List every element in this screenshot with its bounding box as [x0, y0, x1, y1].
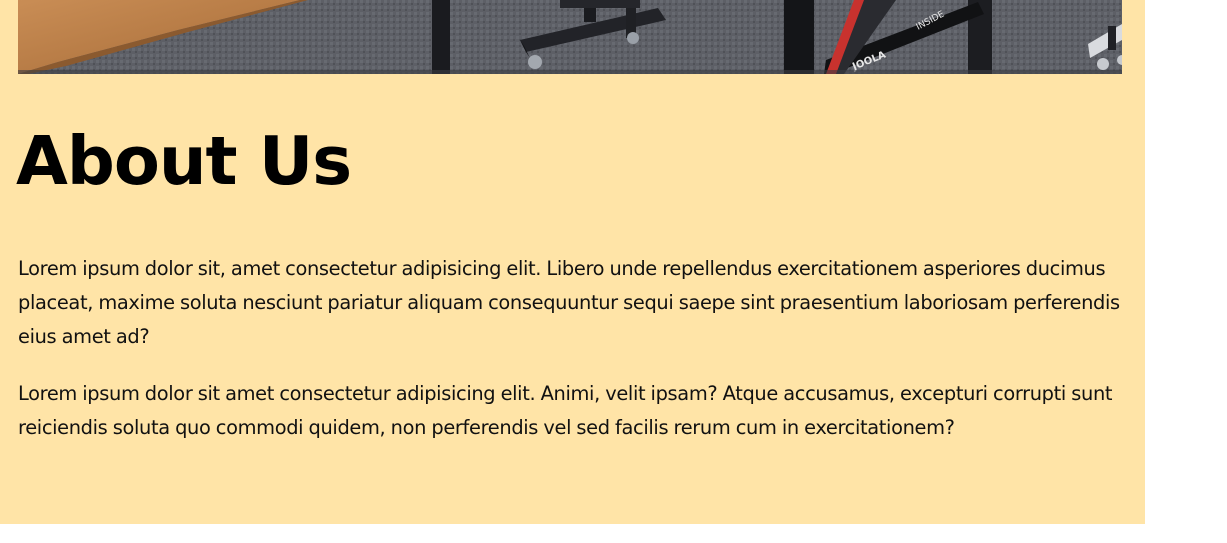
about-paragraph-2: Lorem ipsum dolor sit amet consectetur a… [18, 382, 1113, 439]
about-section: JOOLA INSIDE About Us Lorem ipsum dolor … [0, 0, 1145, 524]
about-paragraph-1: Lorem ipsum dolor sit, amet consectetur … [18, 257, 1120, 348]
hero-image: JOOLA INSIDE [18, 0, 1122, 74]
page-title: About Us [16, 122, 352, 200]
ping-pong-table-photo-icon: JOOLA INSIDE [18, 0, 1122, 74]
